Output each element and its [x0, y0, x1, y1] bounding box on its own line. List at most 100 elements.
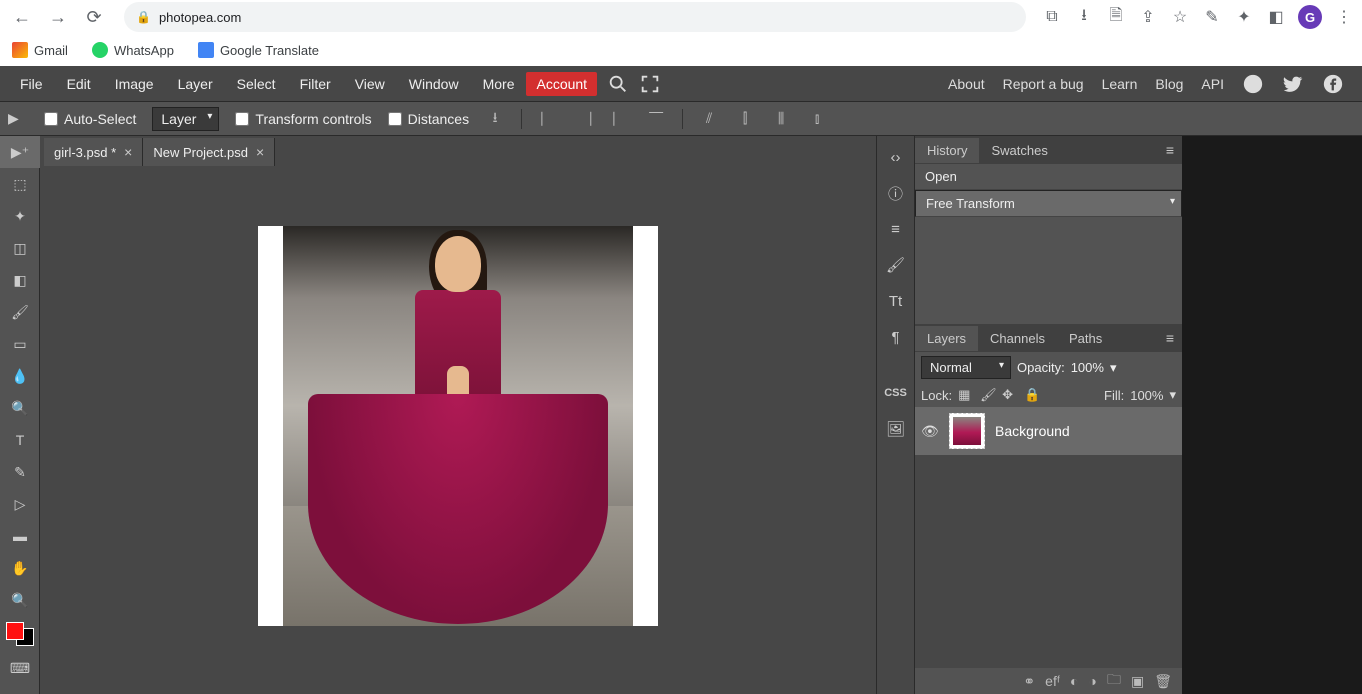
menu-edit[interactable]: Edit	[55, 70, 103, 98]
download-icon[interactable]: ⭳	[1074, 4, 1094, 31]
eraser-tool[interactable]: ◧	[0, 264, 40, 296]
tab-paths[interactable]: Paths	[1057, 326, 1114, 351]
chevron-down-icon[interactable]: ▾	[1110, 360, 1117, 376]
menu-filter[interactable]: Filter	[288, 70, 343, 98]
reddit-icon[interactable]	[1242, 73, 1264, 95]
chevron-down-icon[interactable]: ▾	[1169, 387, 1176, 403]
type-tool[interactable]: T	[0, 424, 40, 456]
bookmark-whatsapp[interactable]: WhatsApp	[92, 42, 174, 58]
address-bar[interactable]: 🔒 photopea.com	[124, 2, 1026, 32]
forward-button[interactable]: →	[44, 3, 72, 31]
doc-icon[interactable]: 🗎	[1106, 4, 1126, 31]
link-about[interactable]: About	[948, 76, 985, 92]
document-tab[interactable]: girl-3.psd *×	[44, 138, 143, 166]
zoom-tool[interactable]: 🔍	[0, 584, 40, 616]
distances-checkbox[interactable]: Distances	[388, 111, 469, 127]
paragraph-icon[interactable]: ¶	[881, 322, 911, 352]
fx-icon[interactable]: efᶠ	[1045, 673, 1060, 689]
collapse-icon[interactable]: ‹›	[881, 142, 911, 172]
visibility-icon[interactable]: 👁	[921, 423, 939, 440]
info-icon[interactable]: ⓘ	[881, 178, 911, 208]
css-icon[interactable]: CSS	[881, 378, 911, 408]
adjust-icon[interactable]: ≡	[881, 214, 911, 244]
tab-icon[interactable]: ⧉	[1042, 8, 1062, 26]
adjustment-icon[interactable]: ◑	[1089, 673, 1097, 689]
brush-panel-icon[interactable]: 🖌	[881, 250, 911, 280]
close-icon[interactable]: ×	[256, 144, 264, 160]
distribute-4-icon[interactable]: ⫾	[807, 109, 827, 129]
move-tool[interactable]: ▶⁺	[0, 136, 40, 168]
menu-more[interactable]: More	[471, 70, 527, 98]
menu-image[interactable]: Image	[103, 70, 166, 98]
new-layer-icon[interactable]: ▣	[1131, 673, 1144, 690]
folder-icon[interactable]: 🗀	[1107, 669, 1121, 693]
link-api[interactable]: API	[1201, 76, 1224, 92]
opacity-value[interactable]: 100%	[1071, 360, 1104, 375]
history-item[interactable]: Free Transform	[915, 190, 1182, 217]
layer-select-dropdown[interactable]: Layer	[152, 107, 219, 131]
menu-window[interactable]: Window	[397, 70, 471, 98]
lock-all-icon[interactable]: 🔒	[1024, 387, 1040, 403]
blur-tool[interactable]: 💧	[0, 360, 40, 392]
distribute-3-icon[interactable]: ⫼	[771, 109, 791, 129]
menu-view[interactable]: View	[343, 70, 397, 98]
layer-row[interactable]: 👁 Background	[915, 407, 1182, 455]
shape-tool[interactable]: ▬	[0, 520, 40, 552]
bookmark-translate[interactable]: Google Translate	[198, 42, 319, 58]
search-icon[interactable]	[607, 73, 629, 95]
panel-menu-icon[interactable]: ≡	[1158, 142, 1182, 158]
trash-icon[interactable]: 🗑	[1154, 673, 1172, 690]
reload-button[interactable]: ⟳	[80, 3, 108, 31]
gradient-tool[interactable]: ▭	[0, 328, 40, 360]
tab-layers[interactable]: Layers	[915, 326, 978, 351]
menu-layer[interactable]: Layer	[166, 70, 225, 98]
fill-value[interactable]: 100%	[1130, 388, 1163, 403]
fullscreen-icon[interactable]	[639, 73, 661, 95]
back-button[interactable]: ←	[8, 3, 36, 31]
distribute-v-icon[interactable]: ⫿	[735, 109, 755, 129]
tab-channels[interactable]: Channels	[978, 326, 1057, 351]
quickmask-tool[interactable]: ⌨	[0, 652, 40, 684]
distribute-h-icon[interactable]: ⫽	[699, 109, 719, 129]
path-tool[interactable]: ▷	[0, 488, 40, 520]
mask-icon[interactable]: ◐	[1070, 673, 1078, 689]
download-opt-icon[interactable]: ⭳	[485, 109, 505, 129]
color-swatches[interactable]	[6, 622, 34, 646]
kebab-icon[interactable]: ⋮	[1334, 7, 1354, 27]
foreground-color-swatch[interactable]	[6, 622, 24, 640]
share-icon[interactable]: ⇪	[1138, 7, 1158, 27]
brush-tool[interactable]: 🖌	[0, 296, 40, 328]
align-right-icon[interactable]: ⎸	[610, 109, 630, 129]
link-layers-icon[interactable]: ⚭	[1023, 673, 1035, 690]
lock-brush-icon[interactable]: 🖌	[980, 387, 996, 403]
character-icon[interactable]: Tt	[881, 286, 911, 316]
align-center-icon[interactable]: ⎹	[574, 109, 594, 129]
tab-history[interactable]: History	[915, 138, 979, 163]
twitter-icon[interactable]	[1282, 73, 1304, 95]
marquee-tool[interactable]: ⬚	[0, 168, 40, 200]
align-top-icon[interactable]: ⎺	[646, 109, 666, 129]
document-tab[interactable]: New Project.psd×	[143, 138, 275, 166]
align-left-icon[interactable]: ⎸	[538, 109, 558, 129]
link-learn[interactable]: Learn	[1102, 76, 1138, 92]
eyedropper-ext-icon[interactable]: ✎	[1202, 7, 1222, 27]
dodge-tool[interactable]: 🔍	[0, 392, 40, 424]
bookmark-gmail[interactable]: Gmail	[12, 42, 68, 58]
menu-select[interactable]: Select	[225, 70, 288, 98]
auto-select-checkbox[interactable]: Auto-Select	[44, 111, 136, 127]
lock-move-icon[interactable]: ✥	[1002, 387, 1018, 403]
menu-account[interactable]: Account	[526, 72, 597, 96]
star-icon[interactable]: ☆	[1170, 7, 1190, 27]
wand-tool[interactable]: ✦	[0, 200, 40, 232]
link-report[interactable]: Report a bug	[1003, 76, 1084, 92]
hand-tool[interactable]: ✋	[0, 552, 40, 584]
panel-menu-icon[interactable]: ≡	[1158, 330, 1182, 346]
eyedropper-tool[interactable]: ✎	[0, 456, 40, 488]
canvas[interactable]	[258, 226, 658, 626]
layer-thumbnail[interactable]	[949, 413, 985, 449]
sidepanel-icon[interactable]: ◧	[1266, 7, 1286, 27]
profile-avatar[interactable]: G	[1298, 5, 1322, 29]
canvas-viewport[interactable]	[40, 166, 876, 694]
extensions-icon[interactable]: ✦	[1234, 7, 1254, 27]
transform-controls-checkbox[interactable]: Transform controls	[235, 111, 371, 127]
